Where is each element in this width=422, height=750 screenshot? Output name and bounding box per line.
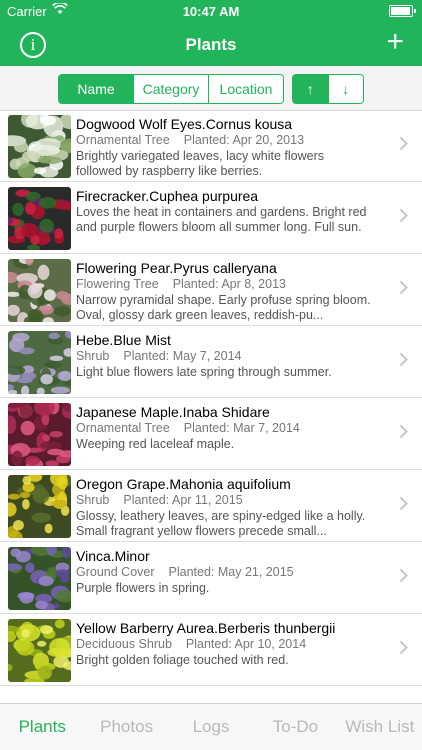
chevron-right-icon (399, 136, 408, 151)
tab-photos[interactable]: Photos (84, 704, 168, 750)
plant-meta: Flowering Tree Planted: Apr 8, 2013 (76, 277, 376, 291)
chevron-right-icon (399, 352, 408, 367)
plant-meta: Ground Cover Planted: May 21, 2015 (76, 565, 376, 579)
plant-meta: Ornamental Tree Planted: Apr 20, 2013 (76, 133, 376, 147)
plant-photo (8, 187, 71, 250)
plant-description: Weeping red laceleaf maple. (76, 437, 235, 451)
row-divider (0, 469, 422, 470)
plant-meta: Shrub Planted: Apr 11, 2015 (76, 493, 376, 507)
chevron-right-icon (399, 496, 408, 511)
plant-category: Shrub (76, 349, 110, 363)
navigation-bar: Carrier 10:47 AM i Plants + (0, 0, 422, 66)
tab-plants[interactable]: Plants (0, 704, 84, 750)
row-divider (0, 613, 422, 614)
row-divider (0, 325, 422, 326)
plant-description: Loves the heat in containers and gardens… (76, 205, 367, 234)
plant-category: Ornamental Tree (76, 421, 170, 435)
plant-description: Narrow pyramidal shape. Early profuse sp… (76, 293, 371, 322)
plant-description: Brightly variegated leaves, lacy white f… (76, 149, 325, 178)
plant-category: Flowering Tree (76, 277, 159, 291)
plant-meta: Shrub Planted: May 7, 2014 (76, 349, 376, 363)
plant-category: Ornamental Tree (76, 133, 170, 147)
sort-by-name[interactable]: Name (59, 75, 133, 103)
plant-planted-date: Planted: May 21, 2015 (168, 565, 294, 579)
plant-planted-date: Planted: Apr 11, 2015 (123, 493, 243, 507)
plant-planted-date: Planted: Mar 7, 2014 (183, 421, 300, 435)
plant-description: Bright golden foliage touched with red. (76, 653, 289, 667)
row-divider (0, 541, 422, 542)
plant-name: Flowering Pear.Pyrus calleryana (76, 260, 277, 276)
plant-photo (8, 619, 71, 682)
plant-photo (8, 331, 71, 394)
sort-field-control: Name Category Location (58, 74, 284, 104)
plant-description: Glossy, leathery leaves, are spiny-edged… (76, 509, 366, 538)
plant-photo (8, 475, 71, 538)
plant-name: Vinca.Minor (76, 548, 150, 564)
plant-row[interactable]: Hebe.Blue Mist Shrub Planted: May 7, 2014 L… (0, 327, 422, 398)
sort-by-category[interactable]: Category (133, 75, 208, 103)
plant-name: Dogwood Wolf Eyes.Cornus kousa (76, 116, 293, 132)
plant-photo (8, 403, 71, 466)
plant-category: Deciduous Shrub (76, 637, 172, 651)
add-plant-button[interactable]: + (386, 27, 404, 57)
tab-todo[interactable]: To-Do (253, 704, 337, 750)
sort-toolbar: Name Category Location ↑ ↓ (0, 66, 422, 111)
plant-category: Shrub (76, 493, 110, 507)
page-title: Plants (185, 35, 237, 54)
arrow-up-icon: ↑ (306, 81, 314, 97)
plant-meta: Deciduous Shrub Planted: Apr 10, 2014 (76, 637, 376, 651)
plant-row[interactable]: Flowering Pear.Pyrus calleryana Flowering… (0, 255, 422, 326)
row-divider (0, 181, 422, 182)
plant-description: Light blue flowers late spring through s… (76, 365, 332, 379)
tab-logs[interactable]: Logs (169, 704, 253, 750)
plant-planted-date: Planted: May 7, 2014 (123, 349, 242, 363)
arrow-down-icon: ↓ (342, 81, 350, 97)
chevron-right-icon (399, 424, 408, 439)
plant-row[interactable]: Vinca.Minor Ground Cover Planted: May 21, … (0, 543, 422, 614)
row-divider (0, 685, 422, 686)
plant-row[interactable]: Japanese Maple.Inaba Shidare Ornamental T… (0, 399, 422, 470)
plant-name: Firecracker.Cuphea purpurea (76, 188, 259, 204)
tab-bar: Plants Photos Logs To-Do Wish List (0, 703, 422, 750)
plant-name: Hebe.Blue Mist (76, 332, 171, 348)
plant-name: Japanese Maple.Inaba Shidare (76, 404, 270, 420)
plant-row[interactable]: Yellow Barberry Aurea.Berberis thunbergi… (0, 615, 422, 686)
plant-row[interactable]: Oregon Grape.Mahonia aquifolium Shrub Plan… (0, 471, 422, 542)
chevron-right-icon (399, 280, 408, 295)
battery-icon (389, 5, 416, 17)
plant-row[interactable]: Firecracker.Cuphea purpurea Loves the hea… (0, 183, 422, 254)
plant-planted-date: Planted: Apr 8, 2013 (172, 277, 286, 291)
tab-wish-list[interactable]: Wish List (338, 704, 422, 750)
battery-level (391, 7, 410, 15)
chevron-right-icon (399, 640, 408, 655)
plant-name: Oregon Grape.Mahonia aquifolium (76, 476, 291, 492)
row-divider (0, 253, 422, 254)
plant-meta: Ornamental Tree Planted: Mar 7, 2014 (76, 421, 376, 435)
plant-category: Ground Cover (76, 565, 155, 579)
sort-ascending-button[interactable]: ↑ (293, 75, 328, 103)
chevron-right-icon (399, 208, 408, 223)
row-divider (0, 397, 422, 398)
plant-planted-date: Planted: Apr 20, 2013 (183, 133, 305, 147)
sort-descending-button[interactable]: ↓ (327, 75, 363, 103)
plant-planted-date: Planted: Apr 10, 2014 (185, 637, 307, 651)
plant-description: Purple flowers in spring. (76, 581, 210, 595)
sort-direction-control: ↑ ↓ (292, 74, 364, 104)
plant-name: Yellow Barberry Aurea.Berberis thunbergi… (76, 620, 336, 636)
status-bar: Carrier 10:47 AM (0, 0, 422, 22)
status-time: 10:47 AM (182, 4, 240, 19)
plus-icon: + (386, 25, 404, 58)
plant-photo (8, 115, 71, 178)
plant-photo (8, 547, 71, 610)
plant-photo (8, 259, 71, 322)
chevron-right-icon (399, 568, 408, 583)
plant-row[interactable]: Dogwood Wolf Eyes.Cornus kousa Ornamental… (0, 111, 422, 182)
sort-by-location[interactable]: Location (208, 75, 283, 103)
